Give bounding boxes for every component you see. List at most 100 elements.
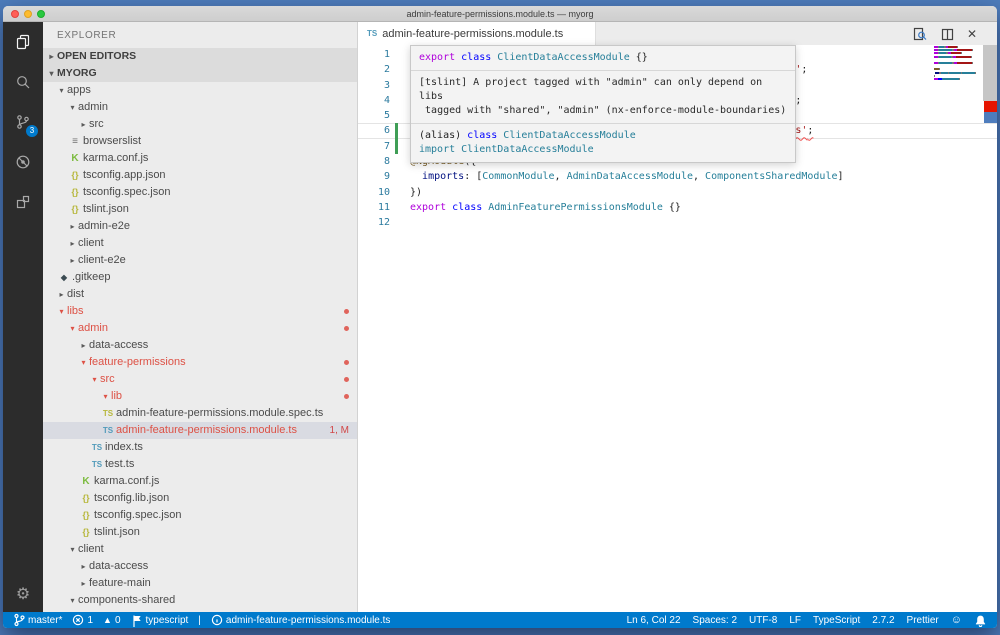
tree-folder-components-shared[interactable]: ▾components-shared [43, 592, 357, 609]
smiley-icon: ☺ [951, 614, 962, 626]
status-ts-version[interactable]: 2.7.2 [872, 615, 894, 626]
tree-folder-admin[interactable]: ▾admin [43, 320, 357, 337]
activity-item-source-control[interactable]: 3 [3, 102, 43, 142]
tree-file-browserslist[interactable]: ≡browserslist [43, 133, 357, 150]
tree-folder-client-e2e[interactable]: ▸client-e2e [43, 252, 357, 269]
close-editor-button[interactable]: ✕ [967, 27, 977, 41]
tree-folder-client[interactable]: ▾client [43, 541, 357, 558]
code-line-11[interactable]: 11export class AdminFeaturePermissionsMo… [358, 200, 997, 215]
open-changes-icon [912, 26, 927, 41]
tree-file-admin-feature-permissions.module.ts[interactable]: TSadmin-feature-permissions.module.ts1, … [43, 422, 357, 439]
tree-folder-apps[interactable]: ▾apps [43, 82, 357, 99]
tree-file-tsconfig.spec.json[interactable]: {}tsconfig.spec.json [43, 184, 357, 201]
window-controls [11, 10, 45, 18]
ts-blue-file-icon: TS [100, 422, 116, 439]
tree-folder-admin[interactable]: ▾admin [43, 99, 357, 116]
status-feedback[interactable]: ☺ [951, 614, 962, 626]
code-line-12[interactable]: 12 [358, 215, 997, 230]
flag-icon [131, 614, 143, 627]
tab-admin-feature-permissions[interactable]: TS admin-feature-permissions.module.ts [358, 22, 596, 45]
code-area[interactable]: 1import { NgModule } from '@angular/core… [358, 45, 997, 612]
file-tree: ▾apps▾admin▸src≡browserslistKkarma.conf.… [43, 82, 357, 612]
tree-folder-dist[interactable]: ▸dist [43, 286, 357, 303]
minimap[interactable] [934, 46, 980, 84]
tree-file-index.ts[interactable]: TSindex.ts [43, 439, 357, 456]
open-changes-button[interactable] [912, 27, 927, 41]
tree-file-tslint.json[interactable]: {}tslint.json [43, 524, 357, 541]
modified-dot [344, 360, 349, 365]
tree-file-.gitkeep[interactable]: ◆.gitkeep [43, 269, 357, 286]
chevron-right-icon: ▸ [78, 609, 89, 612]
tree-folder-data-access[interactable]: ▸data-access [43, 558, 357, 575]
gear-icon[interactable]: ⚙ [16, 584, 30, 604]
status-git-branch[interactable]: master* [13, 613, 62, 627]
modified-dot [344, 326, 349, 331]
chevron-down-icon: ▾ [67, 99, 78, 116]
close-window-button[interactable] [11, 10, 19, 18]
modified-dot [344, 377, 349, 382]
overview-ruler[interactable] [983, 45, 997, 612]
tree-file-karma.conf.js[interactable]: Kkarma.conf.js [43, 150, 357, 167]
status-warnings[interactable]: ▲0 [103, 615, 120, 626]
problems-badge: 1, M [330, 422, 349, 439]
tree-file-tsconfig.app.json[interactable]: {}tsconfig.app.json [43, 167, 357, 184]
activity-item-extensions[interactable] [3, 182, 43, 222]
code-line-10[interactable]: 10}) [358, 185, 997, 200]
tree-file-tsconfig.lib.json[interactable]: {}tsconfig.lib.json [43, 490, 357, 507]
line-number: 9 [358, 169, 390, 184]
line-number: 2 [358, 62, 390, 77]
tree-file-tsconfig.spec.json[interactable]: {}tsconfig.spec.json [43, 507, 357, 524]
status-cursor-position[interactable]: Ln 6, Col 22 [627, 615, 681, 626]
title-bar: admin-feature-permissions.module.ts — my… [3, 6, 997, 22]
zoom-window-button[interactable] [37, 10, 45, 18]
tree-folder-src[interactable]: ▾src [43, 371, 357, 388]
editor-pane: TS admin-feature-permissions.module.ts ✕… [358, 22, 997, 612]
status-notifications[interactable] [974, 614, 987, 627]
status-problems-file[interactable]: admin-feature-permissions.module.ts [211, 614, 391, 626]
tree-folder-src[interactable]: ▸src [43, 609, 357, 612]
section-open-editors[interactable]: ▸OPEN EDITORS [43, 48, 357, 65]
activity-item-debug[interactable] [3, 142, 43, 182]
section-myorg[interactable]: ▾MYORG [43, 65, 357, 82]
chevron-right-icon: ▸ [46, 48, 57, 65]
status-indentation[interactable]: Spaces: 2 [693, 615, 737, 626]
line-number: 12 [358, 215, 390, 230]
minimize-window-button[interactable] [24, 10, 32, 18]
tree-folder-client[interactable]: ▸client [43, 235, 357, 252]
code-line-9[interactable]: 9 imports: [CommonModule, AdminDataAcces… [358, 169, 997, 184]
tree-folder-libs[interactable]: ▾libs [43, 303, 357, 320]
tree-folder-admin-e2e[interactable]: ▸admin-e2e [43, 218, 357, 235]
karma-file-icon: K [78, 473, 94, 490]
ts-blue-file-icon: TS [89, 439, 105, 456]
tree-folder-data-access[interactable]: ▸data-access [43, 337, 357, 354]
status-language-mode[interactable]: TypeScript [813, 615, 860, 626]
split-editor-button[interactable] [940, 27, 954, 41]
status-eol[interactable]: LF [789, 615, 801, 626]
tree-folder-feature-main[interactable]: ▸feature-main [43, 575, 357, 592]
json-file-icon: {} [78, 524, 94, 541]
activity-item-search[interactable] [3, 62, 43, 102]
status-tslint-status[interactable]: typescript [131, 614, 189, 627]
activity-item-explorer[interactable] [3, 22, 43, 62]
scrollbar-thumb[interactable] [983, 45, 997, 101]
tree-folder-feature-permissions[interactable]: ▾feature-permissions [43, 354, 357, 371]
ts-yellow-file-icon: TS [100, 405, 116, 422]
branch-icon [13, 613, 25, 627]
chevron-down-icon: ▾ [56, 82, 67, 99]
status-errors[interactable]: 1 [72, 614, 93, 626]
tree-folder-src[interactable]: ▸src [43, 116, 357, 133]
tree-file-admin-feature-permissions.module.spec.ts[interactable]: TSadmin-feature-permissions.module.spec.… [43, 405, 357, 422]
tree-file-karma.conf.js[interactable]: Kkarma.conf.js [43, 473, 357, 490]
ts-blue-file-icon: TS [89, 456, 105, 473]
tree-file-tslint.json[interactable]: {}tslint.json [43, 201, 357, 218]
sidebar-title: EXPLORER [43, 22, 357, 48]
chevron-down-icon: ▾ [67, 592, 78, 609]
status-prettier[interactable]: Prettier [907, 615, 939, 626]
git-added-indicator [395, 139, 398, 154]
chevron-down-icon: ▾ [100, 388, 111, 405]
tree-folder-lib[interactable]: ▾lib [43, 388, 357, 405]
status-bar: master*1▲0typescript|admin-feature-permi… [3, 612, 997, 628]
activity-bar: 3 ⚙ [3, 22, 43, 612]
tree-file-test.ts[interactable]: TStest.ts [43, 456, 357, 473]
status-encoding[interactable]: UTF-8 [749, 615, 777, 626]
